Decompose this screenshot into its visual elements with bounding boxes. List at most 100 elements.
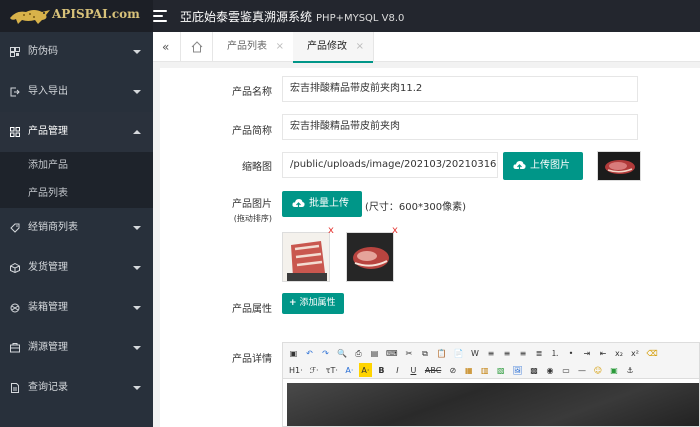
remove-format-icon[interactable]: ⊘ — [446, 363, 459, 377]
insert-row-icon[interactable]: ▥ — [478, 363, 491, 377]
outdent-icon[interactable]: ⇤ — [596, 346, 609, 360]
chevron-down-icon — [133, 50, 141, 54]
preview-icon[interactable]: 🔍 — [335, 346, 349, 360]
delete-image-1-icon[interactable]: x — [328, 226, 334, 236]
submenu-item-product-list[interactable]: 产品列表 — [0, 180, 153, 208]
italic-icon[interactable]: I — [391, 363, 404, 377]
indent-icon[interactable]: ⇥ — [580, 346, 593, 360]
redo-icon[interactable]: ↷ — [319, 346, 332, 360]
product-image-1[interactable] — [282, 232, 330, 282]
close-icon[interactable]: × — [356, 32, 364, 62]
chevron-down-icon — [133, 90, 141, 94]
product-short-name-label: 产品简称 — [232, 126, 272, 137]
clear-format-icon[interactable]: ⌫ — [644, 346, 659, 360]
logo[interactable]: APISPAI.com — [0, 0, 153, 32]
align-right-icon[interactable]: ≡ — [516, 346, 529, 360]
upload-image-button[interactable]: 上传图片 — [503, 152, 583, 180]
add-attribute-button[interactable]: + 添加属性 — [282, 293, 344, 314]
tab-home[interactable] — [181, 32, 213, 62]
underline-icon[interactable]: U — [407, 363, 420, 377]
product-edit-form: 产品名称 宏吉排酸精品带皮前夹肉11.2 产品简称 宏吉排酸精品带皮前夹肉 缩略… — [160, 68, 700, 427]
thumbnail-path-input[interactable]: /public/uploads/image/202103/20210316161… — [282, 152, 498, 178]
multi-image-icon[interactable]: ▩ — [527, 363, 540, 377]
submenu-item-add-product[interactable]: 添加产品 — [0, 152, 153, 180]
sidebar-item-query-log[interactable]: 查询记录 — [0, 368, 153, 408]
sidebar-item-trace[interactable]: 溯源管理 — [0, 328, 153, 368]
paste-text-icon[interactable]: 📄 — [451, 346, 465, 360]
top-header: APISPAI.com 亞庇始泰雲鉴真溯源系统 PHP+MYSQL V8.0 — [0, 0, 700, 32]
product-image-2[interactable] — [346, 232, 394, 282]
sidebar-item-label: 经销商列表 — [28, 222, 78, 233]
bold-icon[interactable]: B — [375, 363, 388, 377]
paste-word-icon[interactable]: W — [468, 346, 481, 360]
sidebar-item-import-export[interactable]: 导入导出 — [0, 72, 153, 112]
sidebar-item-packing[interactable]: 装箱管理 — [0, 288, 153, 328]
insert-column-icon[interactable]: ▧ — [494, 363, 507, 377]
tab-product-list[interactable]: 产品列表 × — [213, 32, 294, 62]
batch-upload-label: 批量上传 — [309, 198, 349, 209]
thumbnail-label: 缩略图 — [242, 162, 272, 173]
product-images-label-text: 产品图片 — [232, 199, 272, 210]
menu-toggle-icon[interactable] — [153, 7, 167, 25]
product-name-input[interactable]: 宏吉排酸精品带皮前夹肉11.2 — [282, 76, 638, 102]
ribs-image — [283, 233, 329, 281]
package-icon — [10, 303, 20, 313]
file-icon[interactable]: ▭ — [559, 363, 572, 377]
template-icon[interactable]: ▤ — [368, 346, 381, 360]
tab-product-edit[interactable]: 产品修改 × — [293, 32, 374, 63]
cloud-upload-icon — [292, 198, 305, 208]
tabs-scroll-left-button[interactable]: « — [153, 32, 181, 62]
system-version: PHP+MYSQL V8.0 — [316, 13, 405, 24]
trace-icon — [10, 343, 20, 353]
subscript-icon[interactable]: x₂ — [612, 346, 625, 360]
home-icon — [191, 41, 203, 53]
close-icon[interactable]: × — [276, 32, 284, 62]
drag-sort-hint: (拖动排序) — [233, 214, 272, 223]
sidebar-item-product-management[interactable]: 产品管理 — [0, 112, 153, 152]
tag-icon — [10, 223, 20, 233]
anchor-icon[interactable]: ⚓ — [623, 363, 636, 377]
image-icon[interactable]: 🖼 — [510, 363, 524, 377]
unordered-list-icon[interactable]: • — [564, 346, 577, 360]
code-icon[interactable]: ⌨ — [384, 346, 400, 360]
sidebar: 防伪码 导入导出 产品管理 添加产品 产品列表 经销商列表 发货管理 装箱管理 … — [0, 32, 153, 427]
product-images-label: 产品图片 (拖动排序) — [160, 199, 272, 225]
sidebar-item-dealers[interactable]: 经销商列表 — [0, 208, 153, 248]
align-justify-icon[interactable]: ≣ — [532, 346, 545, 360]
font-color-icon[interactable]: A· — [343, 363, 356, 377]
sidebar-item-shipping[interactable]: 发货管理 — [0, 248, 153, 288]
system-title-text: 亞庇始泰雲鉴真溯源系统 — [180, 10, 313, 24]
sidebar-item-label: 产品管理 — [28, 126, 68, 137]
product-short-name-input[interactable]: 宏吉排酸精品带皮前夹肉 — [282, 114, 638, 140]
tab-bar: « 产品列表 × 产品修改 × — [153, 32, 700, 63]
cut-icon[interactable]: ✂ — [403, 346, 416, 360]
chevron-up-icon — [133, 130, 141, 134]
align-center-icon[interactable]: ≡ — [500, 346, 513, 360]
batch-upload-button[interactable]: 批量上传 — [282, 191, 362, 217]
horizontal-rule-icon[interactable]: — — [575, 363, 588, 377]
system-title: 亞庇始泰雲鉴真溯源系统 PHP+MYSQL V8.0 — [180, 8, 404, 25]
table-icon[interactable]: ▦ — [462, 363, 475, 377]
rich-text-editor[interactable]: ▣ ↶ ↷ 🔍 ⎙ ▤ ⌨ ✂ ⧉ 📋 📄 W ≡ ≡ ≡ ≣ ⒈ • ⇥ ⇤ — [282, 342, 700, 427]
strikethrough-icon[interactable]: ABC — [423, 363, 443, 377]
delete-image-2-icon[interactable]: x — [392, 226, 398, 236]
print-icon[interactable]: ⎙ — [352, 346, 365, 360]
chevron-down-icon — [133, 346, 141, 350]
font-size-icon[interactable]: τT· — [324, 363, 340, 377]
undo-icon[interactable]: ↶ — [303, 346, 316, 360]
media-icon[interactable]: ◉ — [543, 363, 556, 377]
source-icon[interactable]: ▣ — [287, 346, 300, 360]
emoticon-icon[interactable]: ☺ — [591, 363, 604, 377]
highlight-icon[interactable]: A· — [358, 363, 372, 377]
paste-icon[interactable]: 📋 — [435, 346, 449, 360]
ordered-list-icon[interactable]: ⒈ — [548, 346, 561, 360]
editor-content-image[interactable] — [287, 383, 699, 426]
align-left-icon[interactable]: ≡ — [484, 346, 497, 360]
superscript-icon[interactable]: x² — [628, 346, 641, 360]
heading-icon[interactable]: H1· — [287, 363, 305, 377]
map-icon[interactable]: ▣ — [607, 363, 620, 377]
font-family-icon[interactable]: ℱ· — [308, 363, 321, 377]
leopard-logo-icon — [10, 10, 50, 24]
sidebar-item-fangwei[interactable]: 防伪码 — [0, 32, 153, 72]
copy-icon[interactable]: ⧉ — [419, 346, 432, 360]
